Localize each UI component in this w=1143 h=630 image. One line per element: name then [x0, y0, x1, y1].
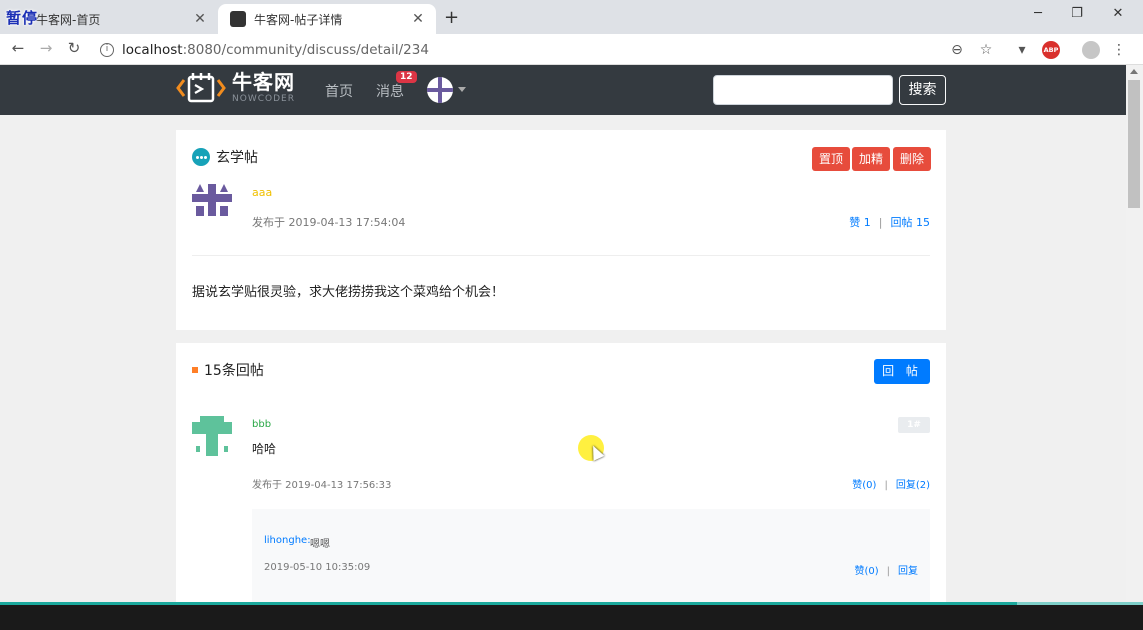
site-header: 牛客网 NOWCODER 首页 消息 12 搜索	[0, 65, 1126, 115]
menu-kebab-icon[interactable]: ⋮	[1110, 41, 1128, 59]
new-tab-plus-icon[interactable]: +	[444, 7, 459, 28]
sub-reply-reply-link[interactable]: 回复	[898, 566, 918, 577]
tab-title: 牛客网-首页	[36, 12, 101, 27]
reload-icon[interactable]: ↻	[64, 39, 84, 57]
tab-title: 牛客网-帖子详情	[254, 12, 343, 27]
sub-reply-box: lihonghe: 嗯嗯 2019-05-10 10:35:09 赞(0) | 回复	[252, 509, 930, 602]
post-card: 玄学帖 置顶 加精 删除 aaa 发布于 2019-04-13 17:54:04…	[176, 130, 946, 330]
url-path: :8080/community/discuss/detail/234	[182, 42, 429, 58]
author-avatar[interactable]	[192, 184, 232, 216]
floor-badge: 1#	[898, 417, 930, 433]
post-stats: 赞 1 | 回帖 15	[849, 216, 931, 229]
replies-card: 15条回帖 回 帖 bbb 1# 哈哈 发布于 2019-04-13 17:56…	[176, 343, 946, 602]
feature-button[interactable]: 加精	[852, 147, 891, 171]
post-publish-time: 发布于 2019-04-13 17:54:04	[252, 216, 406, 229]
user-avatar[interactable]	[427, 77, 453, 103]
url-host: localhost	[122, 42, 183, 58]
tab-discuss-detail[interactable]: 牛客网-帖子详情 ✕	[218, 4, 436, 34]
tab-close-icon[interactable]: ✕	[410, 11, 426, 27]
page-viewport: 牛客网 NOWCODER 首页 消息 12 搜索 玄学帖 置顶 加精 删除 aa…	[0, 65, 1126, 602]
bullet-square-icon	[192, 367, 198, 373]
site-logo[interactable]: 牛客网 NOWCODER	[176, 71, 295, 105]
user-dropdown-caret-icon[interactable]	[458, 87, 466, 92]
sub-reply-username[interactable]: lihonghe:	[264, 535, 311, 546]
nowcoder-logo-icon	[176, 73, 226, 103]
sub-reply-like-link[interactable]: 赞(0)	[854, 566, 878, 577]
author-name[interactable]: aaa	[252, 186, 272, 199]
search-button[interactable]: 搜索	[899, 75, 946, 105]
close-window-icon[interactable]: ✕	[1106, 6, 1130, 21]
sub-reply-stats: 赞(0) | 回复	[854, 566, 918, 577]
post-content: 据说玄学贴很灵验，求大佬捞捞我这个菜鸡给个机会！	[192, 285, 505, 300]
reply-reply-link[interactable]: 回复(2)	[896, 480, 930, 491]
nav-home-link[interactable]: 首页	[325, 81, 353, 101]
browser-toolbar: ← → ↻ i localhost:8080/community/discuss…	[0, 34, 1143, 65]
nav-messages-link[interactable]: 消息	[376, 81, 404, 101]
browser-tab-bar: 牛客网-首页 ✕ 暂停 牛客网-帖子详情 ✕ + ─ ❐ ✕	[0, 0, 1143, 34]
minimize-icon[interactable]: ─	[1026, 6, 1050, 21]
restore-icon[interactable]: ❐	[1065, 6, 1089, 21]
tab-close-icon[interactable]: ✕	[192, 11, 208, 27]
scrollbar-thumb[interactable]	[1128, 80, 1140, 208]
back-arrow-icon[interactable]: ←	[8, 39, 28, 57]
page-scrollbar[interactable]	[1126, 65, 1143, 602]
divider	[192, 255, 930, 256]
unread-message-badge: 12	[396, 71, 417, 83]
reply-publish-time: 发布于 2019-04-13 17:56:33	[252, 480, 392, 491]
extension-inbox-icon[interactable]: ▾	[1013, 41, 1031, 59]
bookmark-star-icon[interactable]: ☆	[977, 41, 995, 59]
chat-bubble-icon	[192, 148, 210, 166]
reply-post-button[interactable]: 回 帖	[874, 359, 930, 384]
profile-avatar-icon[interactable]	[1082, 41, 1100, 59]
replies-heading-text: 15条回帖	[204, 363, 264, 379]
logo-subtext: NOWCODER	[232, 94, 295, 104]
search-input[interactable]	[713, 75, 893, 105]
sub-reply-content: 嗯嗯	[310, 539, 330, 550]
reply-username[interactable]: bbb	[252, 419, 271, 430]
pin-button[interactable]: 置顶	[812, 147, 851, 171]
scroll-up-arrow-icon[interactable]	[1130, 69, 1138, 74]
logo-text: 牛客网	[232, 70, 295, 94]
reply-user-avatar[interactable]	[192, 416, 232, 456]
forward-arrow-icon[interactable]: →	[36, 39, 56, 57]
site-info-icon[interactable]: i	[100, 43, 114, 57]
site-favicon-icon	[230, 11, 246, 27]
reply-stats: 赞(0) | 回复(2)	[852, 480, 930, 491]
delete-button[interactable]: 删除	[893, 147, 932, 171]
video-controls-bar	[0, 605, 1143, 630]
zoom-icon[interactable]: ⊖	[948, 41, 966, 59]
reply-content: 哈哈	[252, 442, 277, 456]
reply-like-link[interactable]: 赞(0)	[852, 480, 876, 491]
reply-count-link[interactable]: 回帖 15	[891, 216, 931, 229]
like-link[interactable]: 赞 1	[849, 216, 871, 229]
address-bar[interactable]: i localhost:8080/community/discuss/detai…	[100, 38, 960, 62]
paused-overlay-label: 暂停	[6, 9, 39, 27]
sub-reply-time: 2019-05-10 10:35:09	[264, 562, 371, 573]
post-title-text: 玄学帖	[216, 150, 258, 166]
replies-heading: 15条回帖	[192, 360, 264, 380]
post-title: 玄学帖	[192, 147, 258, 167]
adblock-icon[interactable]: ABP	[1042, 41, 1060, 59]
